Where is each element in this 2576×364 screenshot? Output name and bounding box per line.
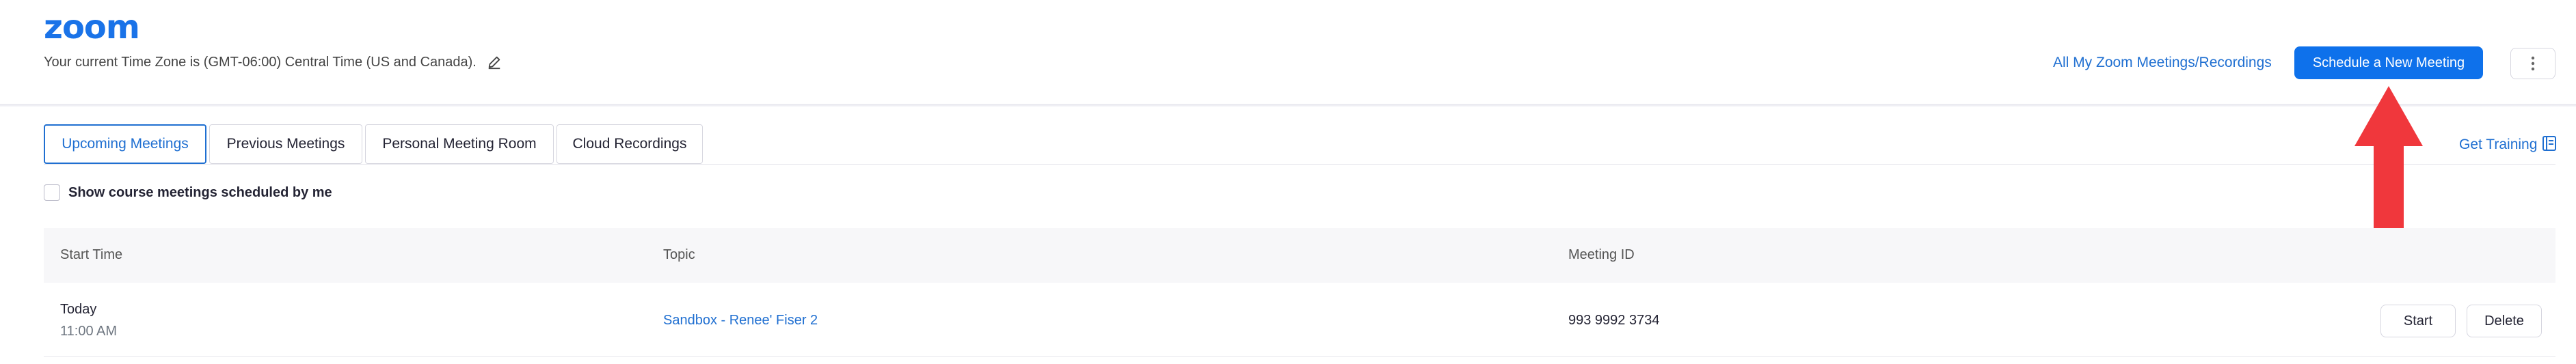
pencil-icon[interactable]: [487, 55, 502, 70]
book-icon[interactable]: [2542, 135, 2557, 152]
schedule-new-meeting-button[interactable]: Schedule a New Meeting: [2294, 46, 2483, 79]
column-header-topic: Topic: [663, 247, 695, 262]
show-course-meetings-label[interactable]: Show course meetings scheduled by me: [68, 185, 332, 201]
tab-previous-meetings[interactable]: Previous Meetings: [209, 124, 362, 164]
column-header-start-time: Start Time: [60, 247, 123, 262]
tabs-divider: [44, 164, 2555, 165]
zoom-logo: zoom: [44, 8, 140, 46]
column-header-meeting-id: Meeting ID: [1568, 247, 1635, 262]
row-start-day: Today: [60, 302, 97, 317]
tab-upcoming-meetings[interactable]: Upcoming Meetings: [44, 124, 206, 164]
more-options-button[interactable]: [2510, 48, 2555, 79]
row-divider: [44, 356, 2555, 357]
show-course-meetings-checkbox[interactable]: [44, 184, 60, 201]
all-meetings-recordings-link[interactable]: All My Zoom Meetings/Recordings: [2053, 55, 2272, 71]
delete-meeting-button[interactable]: Delete: [2467, 305, 2542, 337]
red-arrow-annotation: [2354, 86, 2423, 231]
start-meeting-button[interactable]: Start: [2380, 305, 2456, 337]
get-training-link[interactable]: Get Training: [2459, 137, 2537, 153]
meeting-topic-link[interactable]: Sandbox - Renee' Fiser 2: [663, 313, 818, 328]
vertical-dots-icon: [2531, 56, 2535, 71]
table-header: [44, 228, 2555, 283]
timezone-text: Your current Time Zone is (GMT-06:00) Ce…: [44, 55, 477, 70]
row-start-time: 11:00 AM: [60, 324, 118, 339]
tab-personal-meeting-room[interactable]: Personal Meeting Room: [365, 124, 554, 164]
meeting-id: 993 9992 3734: [1568, 313, 1660, 328]
header-divider: [0, 104, 2576, 107]
tab-cloud-recordings[interactable]: Cloud Recordings: [556, 124, 703, 164]
